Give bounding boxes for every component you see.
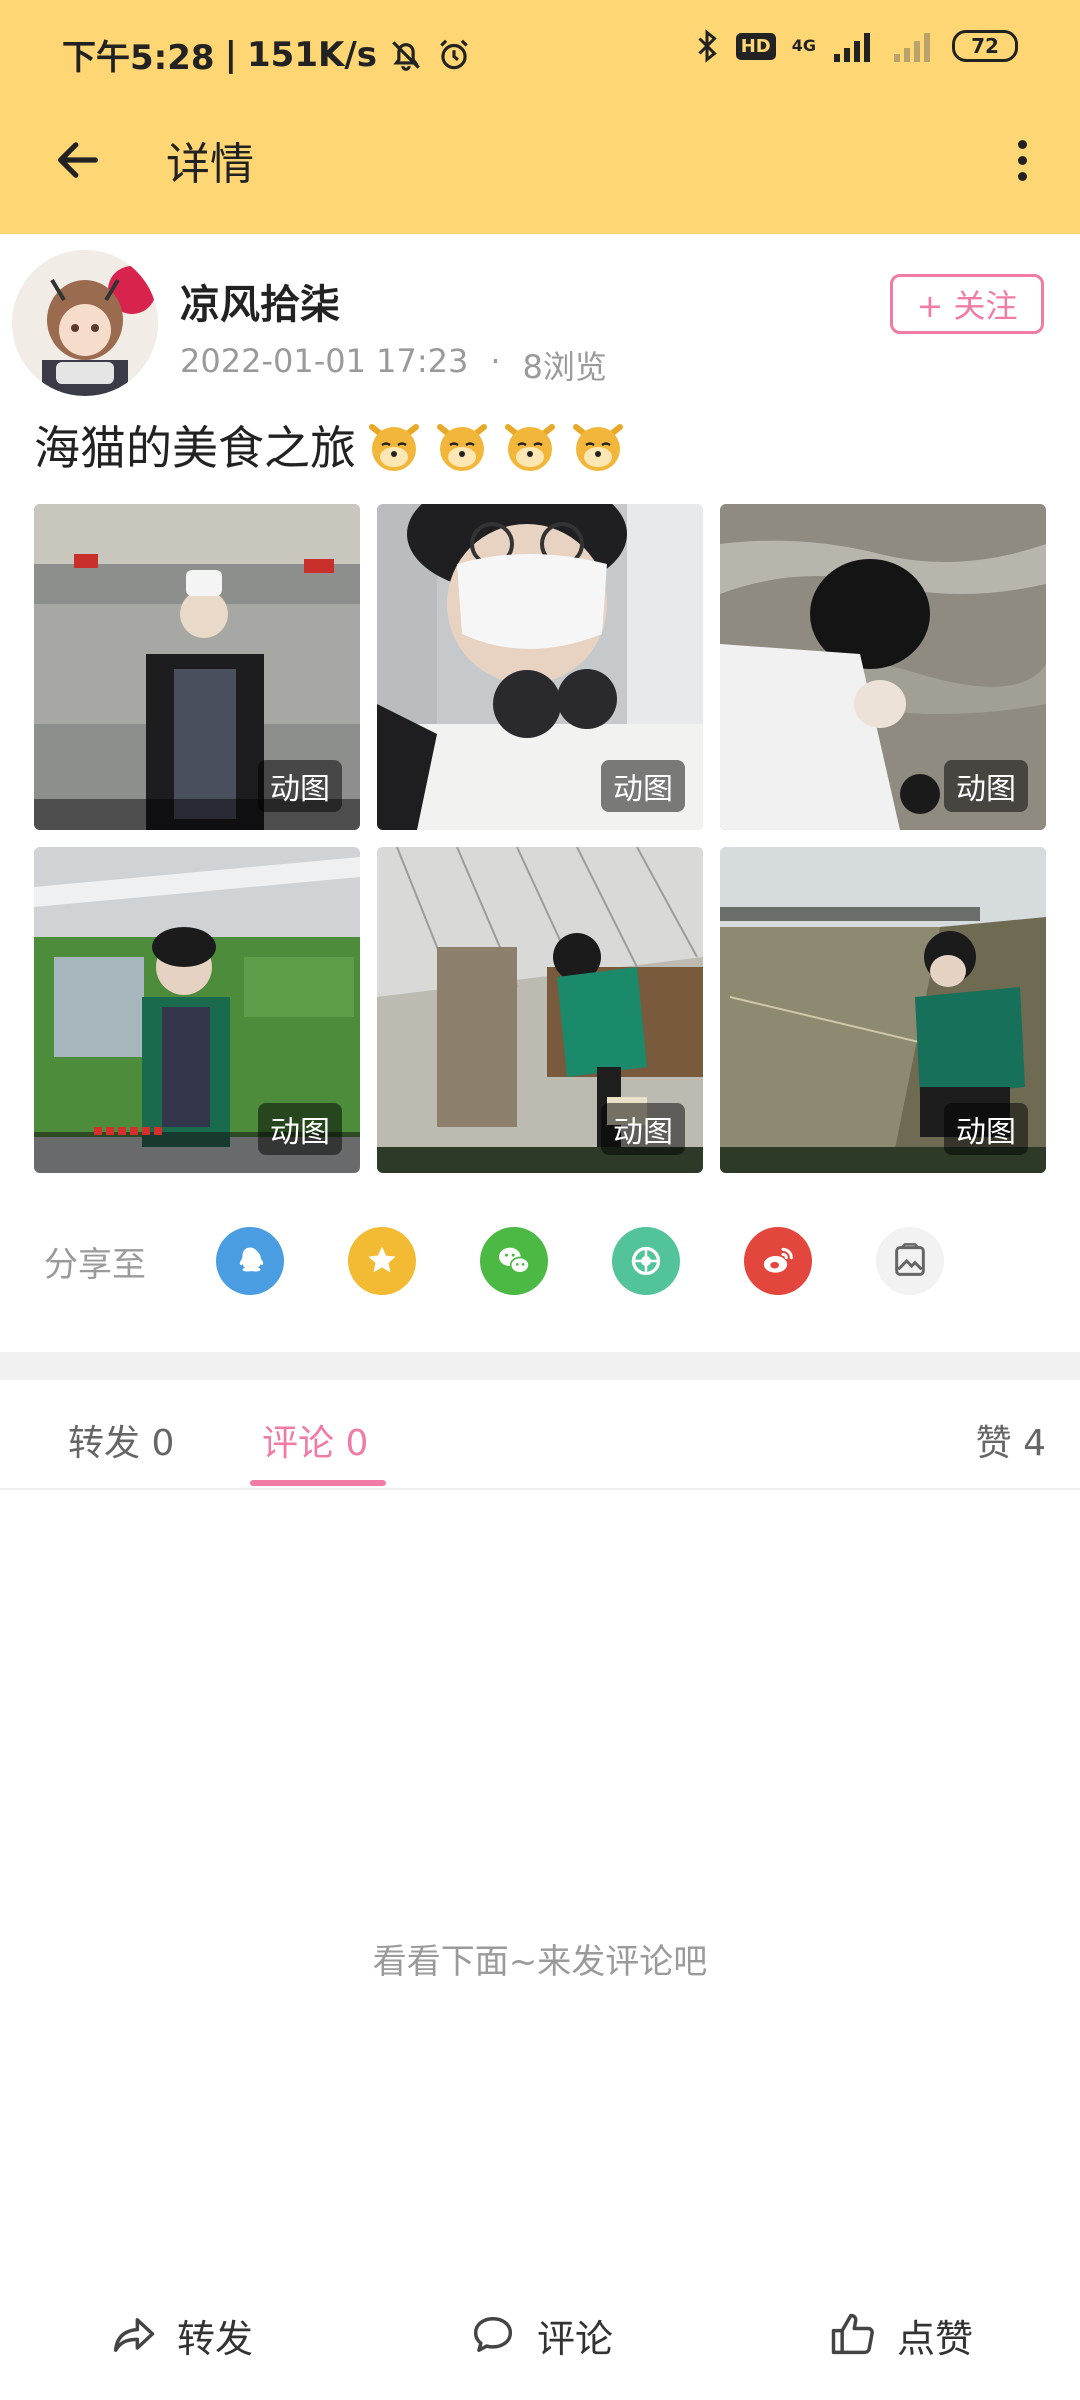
status-left: 下午5:28 | 151K/s (62, 30, 473, 79)
image-tile[interactable]: 动图 (720, 847, 1046, 1173)
battery-indicator: 72 (952, 30, 1018, 62)
image-grid: 动图 动图 动图 动图 动图 动图 (34, 504, 1046, 1173)
repost-label: 转发 (176, 2316, 253, 2361)
top-bar: 下午5:28 | 151K/s HD 4G 72 详情 (0, 0, 1080, 234)
comment-button[interactable]: 评论 (360, 2280, 720, 2390)
post-text: 海猫的美食之旅 (34, 412, 628, 478)
more-dot (1017, 155, 1027, 165)
more-dot (1017, 139, 1027, 149)
network-type: 4G (791, 36, 816, 55)
animated-badge: 动图 (601, 1103, 685, 1155)
image-tile[interactable]: 动图 (34, 847, 360, 1173)
doge-emoji-icon (369, 424, 419, 471)
animated-badge: 动图 (944, 760, 1028, 812)
doge-emoji-icon (505, 424, 555, 471)
comment-bubble-icon (473, 2317, 513, 2352)
wechat-icon (499, 1247, 530, 1274)
status-bar: 下午5:28 | 151K/s HD 4G 72 (0, 0, 1080, 100)
thumbs-up-icon (831, 2313, 874, 2355)
animated-badge: 动图 (601, 760, 685, 812)
meta-separator: · (490, 342, 501, 380)
qzone-icon (368, 1246, 396, 1273)
save-image-share-button[interactable] (876, 1227, 944, 1295)
moments-icon (631, 1246, 661, 1276)
doge-emoji-icon (437, 424, 487, 471)
tab-repost[interactable]: 转发 0 (68, 1414, 174, 1466)
status-right: HD 4G 72 (694, 28, 1018, 64)
interaction-tabs: 转发 0 评论 0 赞 4 (0, 1380, 1080, 1490)
post-title: 海猫的美食之旅 (34, 421, 356, 475)
back-button[interactable] (48, 130, 108, 190)
animated-badge: 动图 (258, 760, 342, 812)
status-speed: 151K/s (247, 34, 377, 75)
animated-badge: 动图 (944, 1103, 1028, 1155)
moments-share-button[interactable] (612, 1227, 680, 1295)
share-label: 分享至 (44, 1244, 146, 1285)
hd-badge: HD (735, 32, 776, 60)
status-divider: | (224, 34, 237, 75)
image-tile[interactable]: 动图 (720, 504, 1046, 830)
alarm-icon (440, 39, 468, 69)
save-image-icon (895, 1243, 925, 1276)
post-views: 8浏览 (522, 348, 607, 386)
doge-emoji-icon (573, 424, 623, 471)
weibo-share-button[interactable] (744, 1227, 812, 1295)
signal-weak-icon (894, 33, 930, 62)
tab-comment[interactable]: 评论 0 (262, 1414, 368, 1466)
empty-comments-hint: 看看下面~来发评论吧 (372, 1942, 708, 1982)
bluetooth-icon (698, 29, 717, 63)
app-bar: 详情 (0, 100, 1080, 234)
tab-like[interactable]: 赞 4 (976, 1414, 1046, 1466)
active-tab-indicator (250, 1480, 386, 1486)
qq-icon (239, 1247, 264, 1272)
more-dot (1017, 171, 1027, 181)
post-meta: 2022-01-01 17:23 · 8浏览 (180, 342, 607, 388)
share-arrow-icon (113, 2318, 155, 2352)
share-row: 分享至 (44, 1226, 1044, 1296)
author-name[interactable]: 凉风拾柒 (180, 272, 340, 330)
more-options-button[interactable] (992, 130, 1052, 190)
follow-button[interactable]: + 关注 (890, 274, 1044, 334)
qq-share-button[interactable] (216, 1227, 284, 1295)
repost-button[interactable]: 转发 (0, 2280, 360, 2390)
like-label: 点赞 (896, 2316, 973, 2361)
image-tile[interactable]: 动图 (377, 504, 703, 830)
section-divider (0, 1352, 1080, 1380)
share-icons (216, 1227, 944, 1295)
follow-label: + 关注 (916, 287, 1018, 325)
avatar[interactable] (12, 250, 158, 396)
comment-label: 评论 (536, 2316, 613, 2361)
weibo-icon (763, 1247, 793, 1273)
animated-badge: 动图 (258, 1103, 342, 1155)
arrow-left-icon (58, 142, 98, 178)
like-button[interactable]: 点赞 (720, 2280, 1080, 2390)
page-title: 详情 (166, 139, 254, 190)
image-tile[interactable]: 动图 (34, 504, 360, 830)
image-tile[interactable]: 动图 (377, 847, 703, 1173)
bottom-action-bar: 转发 评论 点赞 (0, 2280, 1080, 2390)
status-time: 下午5:28 (62, 38, 215, 78)
qzone-share-button[interactable] (348, 1227, 416, 1295)
wechat-share-button[interactable] (480, 1227, 548, 1295)
post-date: 2022-01-01 17:23 (180, 342, 469, 380)
mute-bell-icon (392, 40, 420, 71)
signal-icon (834, 33, 870, 62)
avatar-image (12, 250, 158, 396)
